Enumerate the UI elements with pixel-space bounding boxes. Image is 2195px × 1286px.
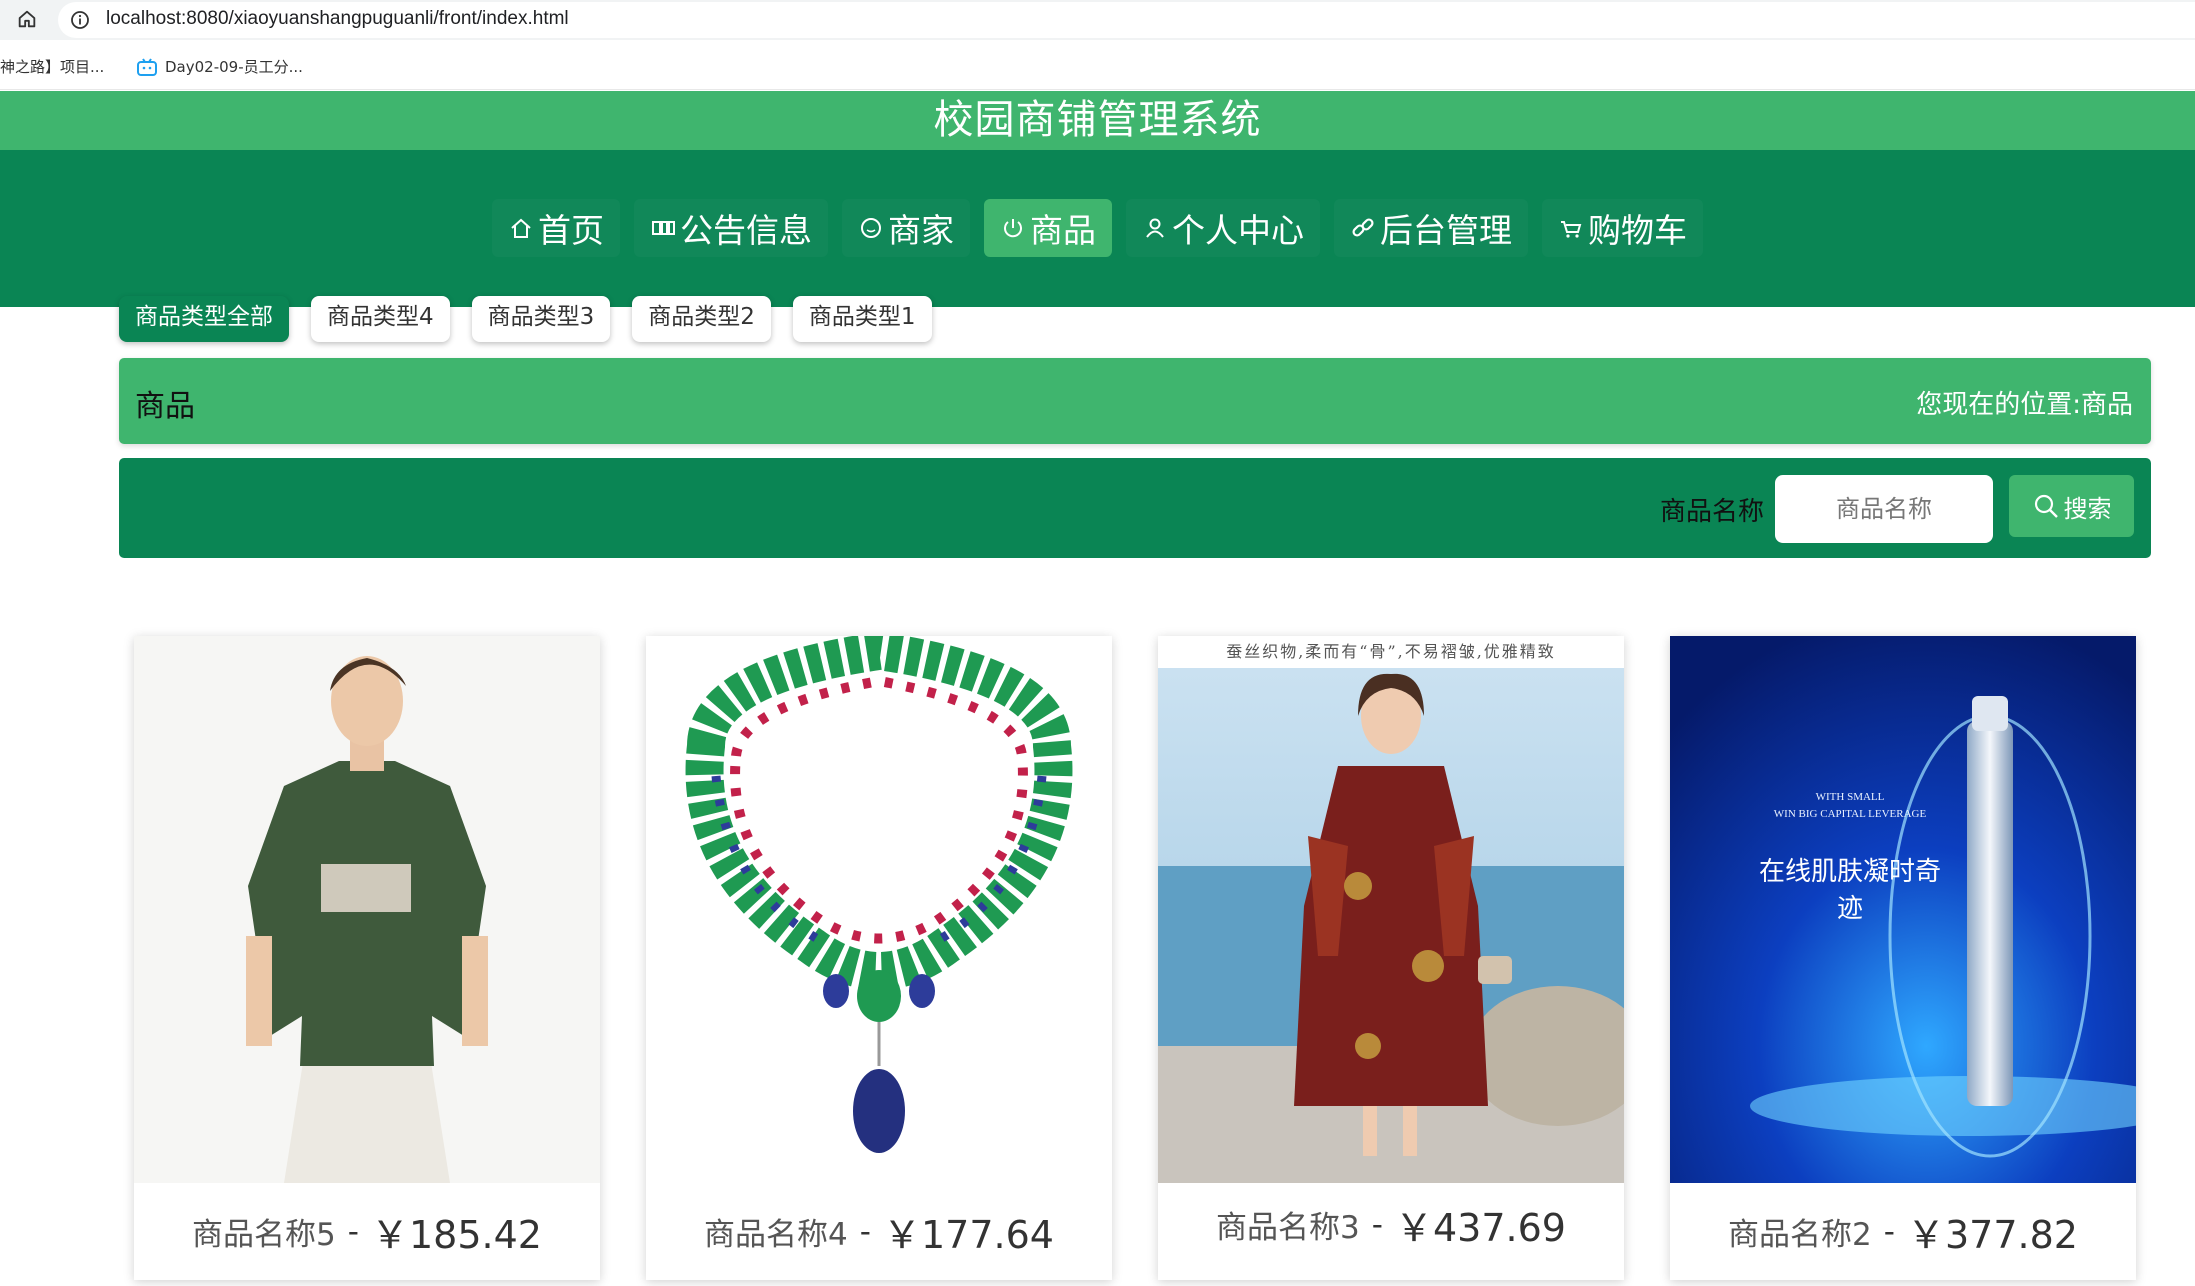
breadcrumb-current[interactable]: 商品 [2081,390,2133,420]
product-caption[interactable]: 商品名称4 - ￥177.64 [646,1183,1112,1280]
main-nav: 首页 公告信息 商家 商品 个人中心 后台管理 购物车 [0,199,2195,257]
search-bar: 商品名称 搜索 [119,458,2151,558]
product-card[interactable]: 商品名称4 - ￥177.64 [646,636,1112,1280]
product-name: 商品名称4 [704,1217,848,1253]
product-separator: - [347,1213,359,1250]
nav-item-cart[interactable]: 购物车 [1542,199,1703,257]
nav-item-products[interactable]: 商品 [984,199,1112,257]
nav-label: 购物车 [1588,211,1687,250]
product-card[interactable]: WITH SMALL WIN BIG CAPITAL LEVERAGE 在线肌肤… [1670,636,2136,1280]
nav-label: 个人中心 [1172,211,1304,250]
user-icon [1146,218,1164,238]
nav-label: 商品 [1030,211,1096,250]
product-price: ￥177.64 [882,1213,1054,1257]
site-header: 校园商铺管理系统 [0,91,2195,150]
category-tab-4[interactable]: 商品类型4 [311,296,450,342]
breadcrumb: 商品 您现在的位置:商品 [119,358,2151,444]
category-tab-1[interactable]: 商品类型1 [792,296,932,342]
power-icon [1004,219,1022,238]
search-button-label: 搜索 [2063,494,2112,523]
breadcrumb-path: 您现在的位置:商品 [1916,384,2133,421]
nav-label: 首页 [538,211,604,250]
product-name: 商品名称5 [192,1217,336,1253]
product-separator: - [859,1213,871,1250]
category-tab-2[interactable]: 商品类型2 [632,296,771,342]
product-name: 商品名称2 [1728,1217,1872,1253]
notice-icon [652,221,675,235]
category-tab-3[interactable]: 商品类型3 [471,296,611,342]
bookmark-item[interactable]: Day02-09-员工分... [137,56,303,77]
breadcrumb-prefix: 您现在的位置: [1916,390,2081,420]
bookmark-label: Day02-09-员工分... [165,58,303,76]
product-card[interactable]: 蚕丝织物,柔而有“骨”,不易褶皱,优雅精致 商品名称3 - ￥437.69 [1158,636,1624,1280]
product-image[interactable] [134,636,600,1183]
nav-label: 公告信息 [680,211,812,250]
nav-item-notice[interactable]: 公告信息 [634,199,828,257]
bookmarks-bar: 神之路】项目... Day02-09-员工分... [0,40,2195,90]
url-text: localhost:8080/xiaoyuanshangpuguanli/fro… [106,8,569,29]
page-title: 商品 [135,389,195,424]
nav-item-admin[interactable]: 后台管理 [1334,199,1528,257]
nav-label: 后台管理 [1380,211,1512,250]
info-icon[interactable] [70,10,90,30]
search-label: 商品名称 [1660,497,1765,527]
ad-tagline-2: WIN BIG CAPITAL LEVERAGE [1773,808,1927,820]
product-image-banner: 蚕丝织物,柔而有“骨”,不易褶皱,优雅精致 [1158,636,1624,668]
browser-address-bar: localhost:8080/xiaoyuanshangpuguanli/fro… [0,0,2195,40]
nav-item-merchant[interactable]: 商家 [842,199,970,257]
product-separator: - [1883,1213,1895,1250]
home-icon [511,218,531,238]
nav-item-home[interactable]: 首页 [492,199,620,257]
bookmark-item[interactable]: 神之路】项目... [0,56,104,77]
product-caption[interactable]: 商品名称3 - ￥437.69 [1158,1169,1624,1280]
product-caption[interactable]: 商品名称2 - ￥377.82 [1670,1183,2136,1280]
bilibili-icon [137,57,157,76]
smile-icon [861,218,881,238]
product-price: ￥437.69 [1394,1206,1566,1250]
home-icon[interactable] [16,8,38,30]
product-caption[interactable]: 商品名称5 - ￥185.42 [134,1183,600,1280]
url-field[interactable]: localhost:8080/xiaoyuanshangpuguanli/fro… [58,2,2195,38]
category-tab-all[interactable]: 商品类型全部 [119,296,289,342]
link-icon [1352,218,1374,237]
ad-tagline-1: WITH SMALL [1815,791,1885,803]
product-separator: - [1371,1206,1383,1243]
product-image[interactable] [646,636,1112,1183]
product-card[interactable]: 商品名称5 - ￥185.42 [134,636,600,1280]
product-price: ￥185.42 [370,1213,542,1257]
product-name: 商品名称3 [1216,1210,1360,1246]
product-grid: 商品名称5 - ￥185.42 商品名称4 - ￥177.64 蚕丝织物,柔而有… [134,636,2136,1286]
product-price: ￥377.82 [1906,1213,2078,1257]
main-nav-bar: 首页 公告信息 商家 商品 个人中心 后台管理 购物车 [0,150,2195,307]
search-icon [2034,494,2058,518]
product-image[interactable] [1158,636,1624,1183]
nav-item-profile[interactable]: 个人中心 [1126,199,1320,257]
site-title: 校园商铺管理系统 [933,97,1262,143]
category-tabs: 商品类型全部 商品类型4 商品类型3 商品类型2 商品类型1 [119,296,932,342]
nav-label: 商家 [888,211,954,250]
search-input[interactable] [1775,475,1993,543]
ad-headline: 在线肌肤凝时奇迹 [1758,857,1941,924]
search-button[interactable]: 搜索 [2009,475,2134,537]
cart-icon [1561,221,1582,238]
